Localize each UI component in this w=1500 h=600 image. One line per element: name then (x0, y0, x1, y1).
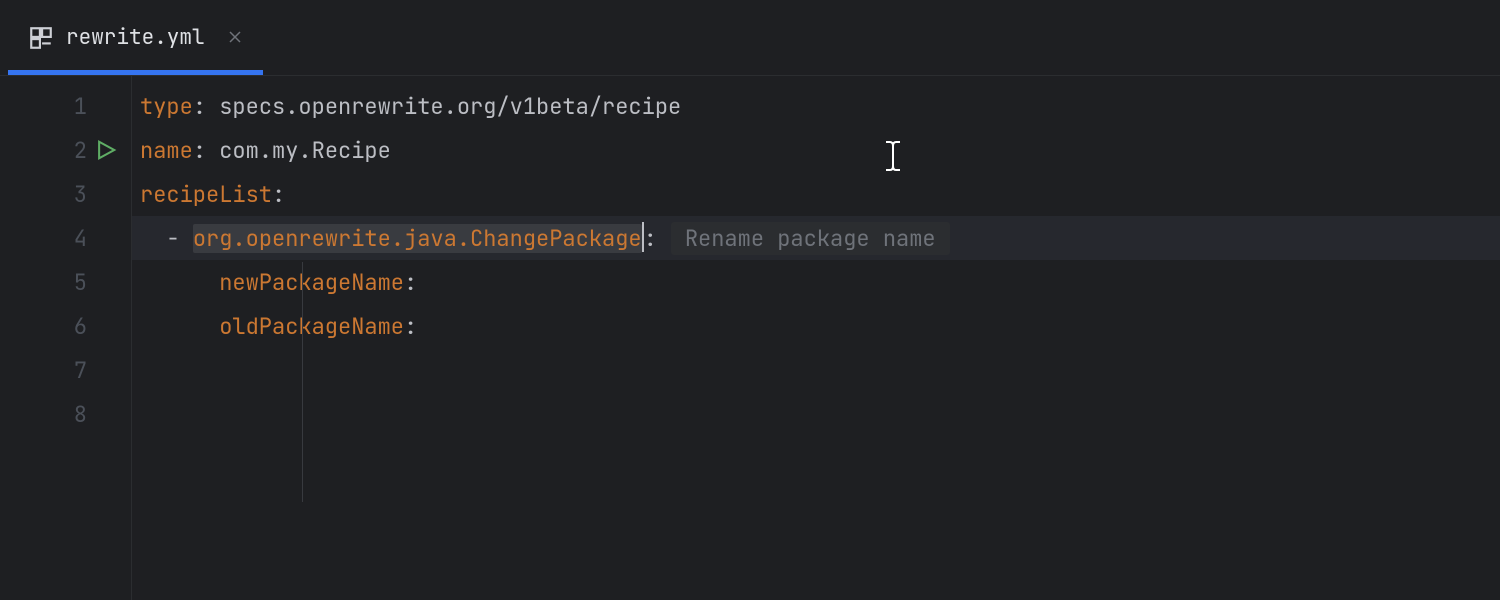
code-area[interactable]: type: specs.openrewrite.org/v1beta/recip… (132, 76, 1500, 600)
yaml-sep: : (193, 136, 219, 165)
indent (140, 224, 166, 253)
yaml-value: org.openrewrite.java.ChangePackage (193, 224, 642, 253)
line-number: 2 (74, 136, 87, 165)
inline-hint: Rename package name (671, 222, 950, 255)
yaml-key: recipeList (140, 180, 272, 209)
indent-guide (302, 262, 303, 502)
code-line-3[interactable]: recipeList: (132, 172, 1500, 216)
yaml-key: newPackageName (219, 268, 404, 297)
yaml-key: name (140, 136, 193, 165)
run-icon[interactable] (95, 139, 117, 161)
close-icon[interactable] (227, 25, 243, 51)
code-line-7[interactable] (132, 348, 1500, 392)
yaml-sep: : (404, 312, 417, 341)
code-line-6[interactable]: oldPackageName: (132, 304, 1500, 348)
yaml-sep: : (193, 92, 219, 121)
gutter-line[interactable]: 6 (0, 304, 131, 348)
gutter-line[interactable]: 7 (0, 348, 131, 392)
openrewrite-file-icon (28, 25, 54, 51)
line-number: 7 (74, 356, 87, 385)
yaml-sep: : (404, 268, 417, 297)
indent (140, 268, 219, 297)
yaml-key: type (140, 92, 193, 121)
yaml-dash: - (166, 224, 192, 253)
tab-filename: rewrite.yml (66, 24, 205, 51)
yaml-value: com.my.Recipe (219, 136, 391, 165)
line-number: 8 (74, 400, 87, 429)
gutter-line[interactable]: 5 (0, 260, 131, 304)
yaml-key: oldPackageName (219, 312, 404, 341)
gutter-line[interactable]: 3 (0, 172, 131, 216)
gutter-line[interactable]: 2 (0, 128, 131, 172)
code-line-5[interactable]: newPackageName: (132, 260, 1500, 304)
line-number: 4 (74, 224, 87, 253)
gutter-line[interactable]: 4 (0, 216, 131, 260)
code-line-1[interactable]: type: specs.openrewrite.org/v1beta/recip… (132, 84, 1500, 128)
code-line-2[interactable]: name: com.my.Recipe (132, 128, 1500, 172)
gutter-line[interactable]: 8 (0, 392, 131, 436)
line-number: 3 (74, 180, 87, 209)
tab-rewrite-yml[interactable]: rewrite.yml (0, 0, 263, 75)
yaml-sep: : (644, 224, 657, 253)
code-line-8[interactable] (132, 392, 1500, 436)
editor: 1 2 3 4 5 6 7 8 type: specs.openrewrite.… (0, 76, 1500, 600)
yaml-sep: : (272, 180, 285, 209)
line-number: 6 (74, 312, 87, 341)
gutter-line[interactable]: 1 (0, 84, 131, 128)
gutter: 1 2 3 4 5 6 7 8 (0, 76, 132, 600)
code-line-4[interactable]: - org.openrewrite.java.ChangePackage: Ren… (132, 216, 1500, 260)
yaml-value: specs.openrewrite.org/v1beta/recipe (219, 92, 681, 121)
line-number: 1 (74, 92, 87, 121)
indent (140, 312, 219, 341)
line-number: 5 (74, 268, 87, 297)
tab-bar: rewrite.yml (0, 0, 1500, 76)
